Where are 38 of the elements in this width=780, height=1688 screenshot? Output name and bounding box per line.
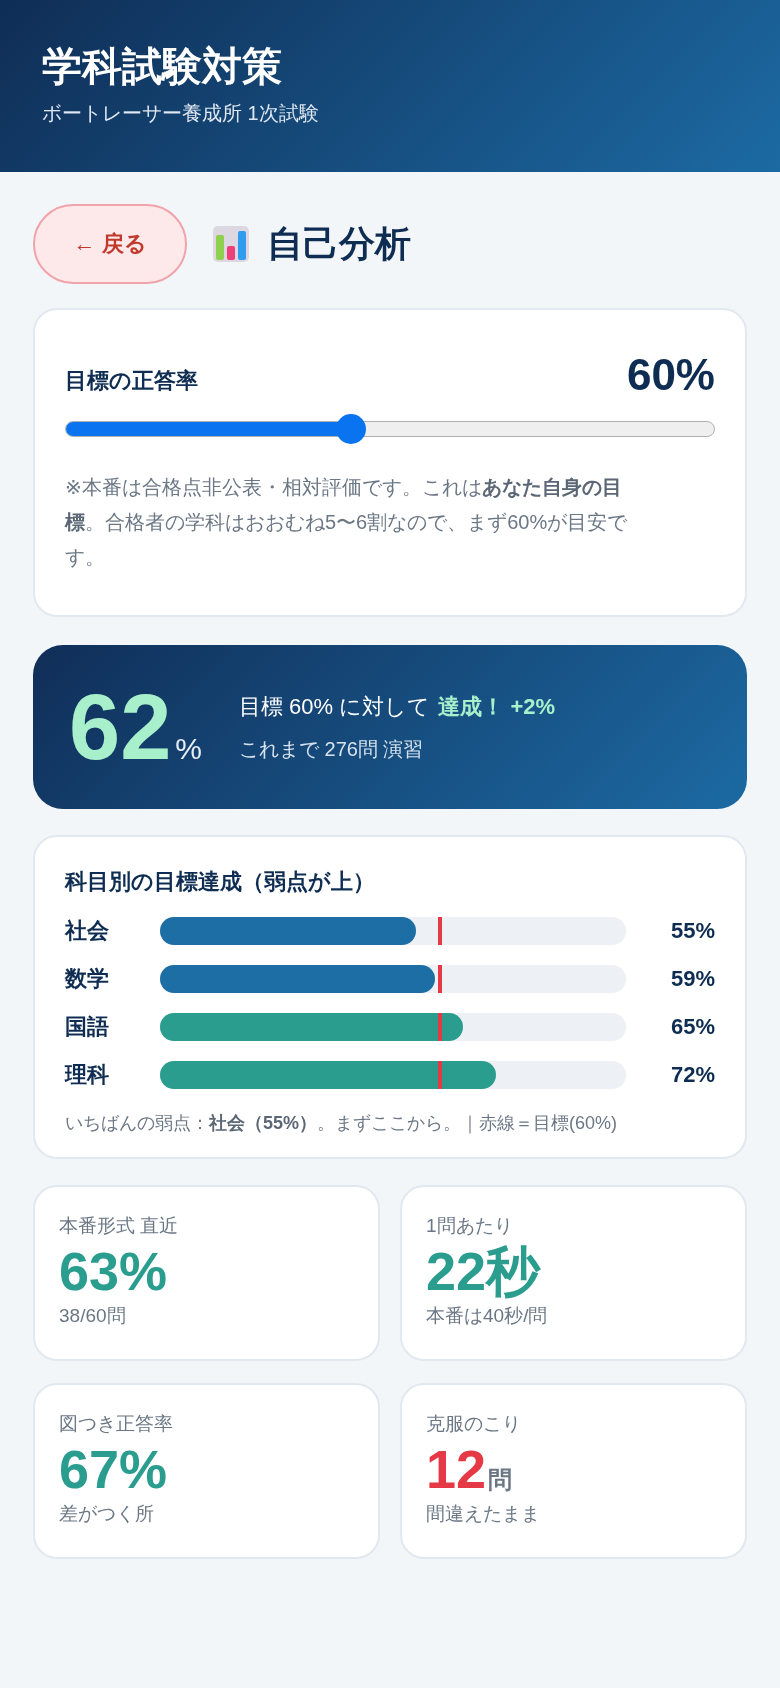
- subject-percent: 72%: [669, 1062, 715, 1088]
- page-title: 自己分析: [267, 221, 411, 266]
- target-comparison: 目標 60% に対して: [239, 693, 431, 719]
- stat-value: 22秒: [426, 1240, 541, 1303]
- score-unit: %: [175, 732, 203, 766]
- stat-caption: 間違えたまま: [426, 1502, 541, 1526]
- stat-label: 図つき正答率: [59, 1412, 174, 1436]
- subject-percent: 59%: [669, 966, 715, 992]
- stat-label: 1問あたり: [426, 1214, 514, 1238]
- stat-value: 63%: [59, 1240, 168, 1303]
- target-slider[interactable]: [65, 414, 715, 444]
- back-button[interactable]: ← 戻る: [33, 204, 187, 284]
- stat-caption: 本番は40秒/問: [426, 1304, 549, 1328]
- subject-label: 社会: [65, 917, 110, 945]
- score-value: 62: [69, 681, 172, 773]
- subject-percent: 65%: [669, 1014, 715, 1040]
- subjects-title: 科目別の目標達成（弱点が上）: [65, 868, 376, 896]
- target-value: 60%: [626, 350, 715, 400]
- achievement-text: 達成！ +2%: [438, 693, 556, 719]
- app-title: 学科試験対策: [42, 43, 283, 90]
- stat-caption: 38/60問: [59, 1304, 127, 1328]
- stat-value: 67%: [59, 1438, 168, 1501]
- stat-label: 克服のこり: [426, 1412, 522, 1436]
- subject-percent: 55%: [669, 918, 715, 944]
- target-label: 目標の正答率: [65, 367, 198, 395]
- weakness-note: いちばんの弱点：社会（55%）。まずここから。｜赤線＝目標(60%): [65, 1112, 619, 1135]
- target-note: ※本番は合格点非公表・相対評価です。これはあなた自身の目標。合格者の学科はおおむね5〜6割なので、まず60%が目安です。: [65, 475, 629, 570]
- stat-value: 12: [426, 1438, 487, 1501]
- subject-label: 理科: [65, 1061, 110, 1089]
- practice-count: これまで 276問 演習: [239, 736, 425, 762]
- subject-label: 国語: [65, 1013, 110, 1041]
- stat-caption: 差がつく所: [59, 1502, 155, 1526]
- bar-chart-icon: [213, 226, 249, 262]
- stat-unit: 問: [488, 1465, 513, 1495]
- slider-thumb[interactable]: [336, 414, 366, 444]
- stat-label: 本番形式 直近: [59, 1214, 180, 1238]
- app-subtitle: ボートレーサー養成所 1次試験: [42, 101, 320, 126]
- subject-label: 数学: [65, 965, 110, 993]
